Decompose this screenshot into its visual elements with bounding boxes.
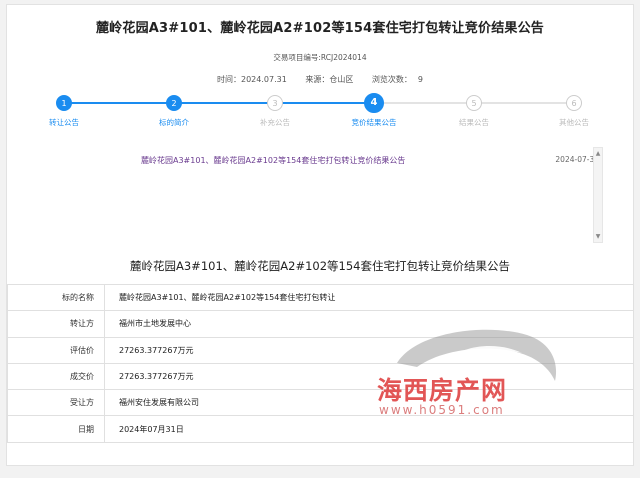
meta-info: 时间：2024.07.31 来源：仓山区 浏览次数： 9 xyxy=(7,74,633,85)
row-label: 日期 xyxy=(7,415,105,443)
step-label: 补充公告 xyxy=(260,118,290,127)
list-scrollbar[interactable]: ▲ ▼ xyxy=(593,147,603,243)
row-value: 麓岭花园A3#101、麓岭花园A2#102等154套住宅打包转让 xyxy=(104,283,634,312)
step-number: 2 xyxy=(166,95,182,111)
announcement-title: 麓岭花园A3#101、麓岭花园A2#102等154套住宅打包转让竞价结果公告 xyxy=(130,259,510,273)
table-row: 成交价 27263.377267万元 xyxy=(7,362,634,391)
step-1[interactable]: 1 转让公告 xyxy=(24,93,104,128)
row-value: 27263.377267万元 xyxy=(104,336,634,364)
table-row: 受让方 福州安住发展有限公司 xyxy=(7,389,634,417)
announcement-card: 麓岭花园A3#101、麓岭花园A2#102等154套住宅打包转让竞价结果公告 交… xyxy=(6,4,634,466)
row-label: 转让方 xyxy=(7,310,105,338)
result-table: 标的名称 麓岭花园A3#101、麓岭花园A2#102等154套住宅打包转让 转让… xyxy=(7,283,634,443)
announcement-list: 麓岭花园A3#101、麓岭花园A2#102等154套住宅打包转让竞价结果公告 2… xyxy=(127,145,607,245)
step-label: 其他公告 xyxy=(559,118,589,127)
row-label: 受让方 xyxy=(7,389,105,417)
row-value: 2024年07月31日 xyxy=(104,415,634,443)
row-value: 27263.377267万元 xyxy=(104,362,634,391)
view-count: 浏览次数： 9 xyxy=(372,75,423,84)
publish-time: 时间：2024.07.31 xyxy=(217,75,287,84)
project-number: 交易项目编号:RCJ2024014 xyxy=(273,53,367,62)
step-number: 6 xyxy=(566,95,582,111)
table-row: 日期 2024年07月31日 xyxy=(7,415,634,443)
row-label: 评估价 xyxy=(7,336,105,364)
row-value: 福州市土地发展中心 xyxy=(104,310,634,338)
row-value: 福州安住发展有限公司 xyxy=(104,389,634,417)
list-item-link[interactable]: 麓岭花园A3#101、麓岭花园A2#102等154套住宅打包转让竞价结果公告 xyxy=(141,155,405,166)
scroll-down-icon[interactable]: ▼ xyxy=(594,233,602,240)
step-5[interactable]: 5 结果公告 xyxy=(434,93,514,128)
step-label: 竞价结果公告 xyxy=(351,118,397,127)
view-count-label: 浏览次数： xyxy=(371,75,412,84)
table-row: 转让方 福州市土地发展中心 xyxy=(7,310,634,338)
view-count-value: 9 xyxy=(417,75,423,84)
table-row: 评估价 27263.377267万元 xyxy=(7,336,634,364)
step-number: 3 xyxy=(267,95,283,111)
step-label: 标的简介 xyxy=(159,118,189,127)
page-title: 麓岭花园A3#101、麓岭花园A2#102等154套住宅打包转让竞价结果公告 xyxy=(95,21,544,36)
step-number: 1 xyxy=(56,95,72,111)
step-2[interactable]: 2 标的简介 xyxy=(134,93,214,128)
step-number: 5 xyxy=(466,95,482,111)
row-label: 成交价 xyxy=(7,362,105,391)
step-label: 结果公告 xyxy=(459,118,489,127)
progress-steps: 1 转让公告 2 标的简介 3 补充公告 4 竞价结果公告 5 结果公告 6 其… xyxy=(7,93,635,133)
row-label: 标的名称 xyxy=(7,283,105,312)
step-3[interactable]: 3 补充公告 xyxy=(235,93,315,128)
scroll-up-icon[interactable]: ▲ xyxy=(594,150,602,157)
step-6[interactable]: 6 其他公告 xyxy=(534,93,614,128)
step-number: 4 xyxy=(364,93,384,113)
source: 来源：仓山区 xyxy=(305,75,354,84)
table-row: 标的名称 麓岭花园A3#101、麓岭花园A2#102等154套住宅打包转让 xyxy=(7,283,634,312)
step-label: 转让公告 xyxy=(49,118,79,127)
step-4[interactable]: 4 竞价结果公告 xyxy=(334,93,414,128)
